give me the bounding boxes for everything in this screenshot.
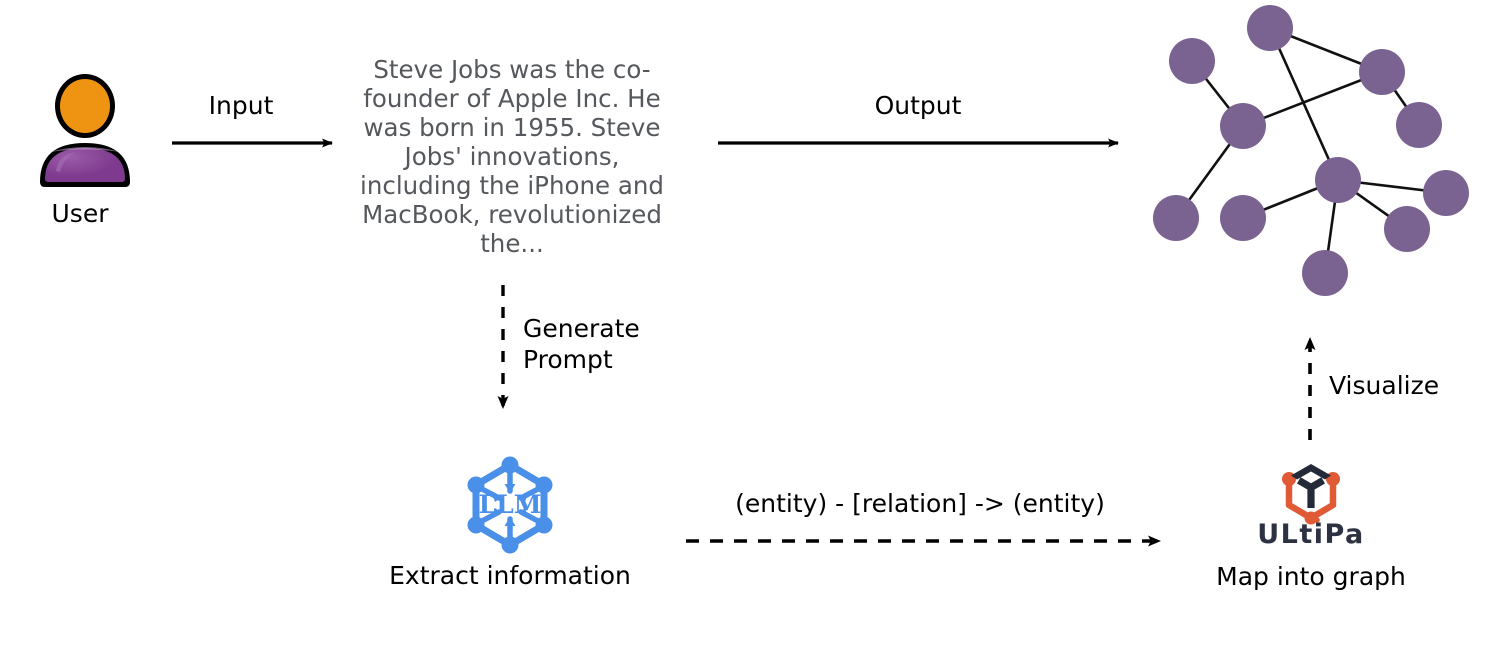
graph-node[interactable]	[1153, 195, 1199, 241]
graph-node[interactable]	[1302, 250, 1348, 296]
graph-node[interactable]	[1315, 157, 1361, 203]
llm-hexagon-graph-icon: LLM	[467, 456, 553, 554]
input-arrow-label: Input	[208, 91, 274, 120]
user-avatar-icon	[40, 74, 130, 187]
generate-prompt-label: Generate Prompt	[523, 314, 640, 375]
extract-information-label: Extract information	[389, 561, 631, 590]
knowledge-graph-nodes	[1153, 5, 1469, 296]
graph-node[interactable]	[1169, 38, 1215, 84]
ultipa-logo-icon	[1282, 464, 1340, 525]
relation-pattern-label: (entity) - [relation] -> (entity)	[735, 489, 1105, 518]
map-into-graph-label: Map into graph	[1216, 562, 1406, 591]
graph-node[interactable]	[1220, 103, 1266, 149]
graph-node[interactable]	[1359, 49, 1405, 95]
graph-node[interactable]	[1384, 206, 1430, 252]
ultipa-wordmark: ULtiPa	[1257, 517, 1365, 550]
user-label: User	[51, 199, 109, 228]
llm-icon-text: LLM	[479, 490, 542, 519]
diagram-canvas: LLM ULtiPa User Input Output Generate Pr…	[0, 0, 1490, 656]
svg-text:ULtiPa: ULtiPa	[1257, 519, 1365, 550]
graph-node[interactable]	[1396, 102, 1442, 148]
visualize-label: Visualize	[1329, 371, 1440, 400]
prompt-text-block: Steve Jobs was the co-founder of Apple I…	[360, 55, 664, 258]
output-arrow-label: Output	[874, 91, 962, 120]
graph-node[interactable]	[1423, 170, 1469, 216]
graph-node[interactable]	[1220, 195, 1266, 241]
graph-node[interactable]	[1247, 5, 1293, 51]
